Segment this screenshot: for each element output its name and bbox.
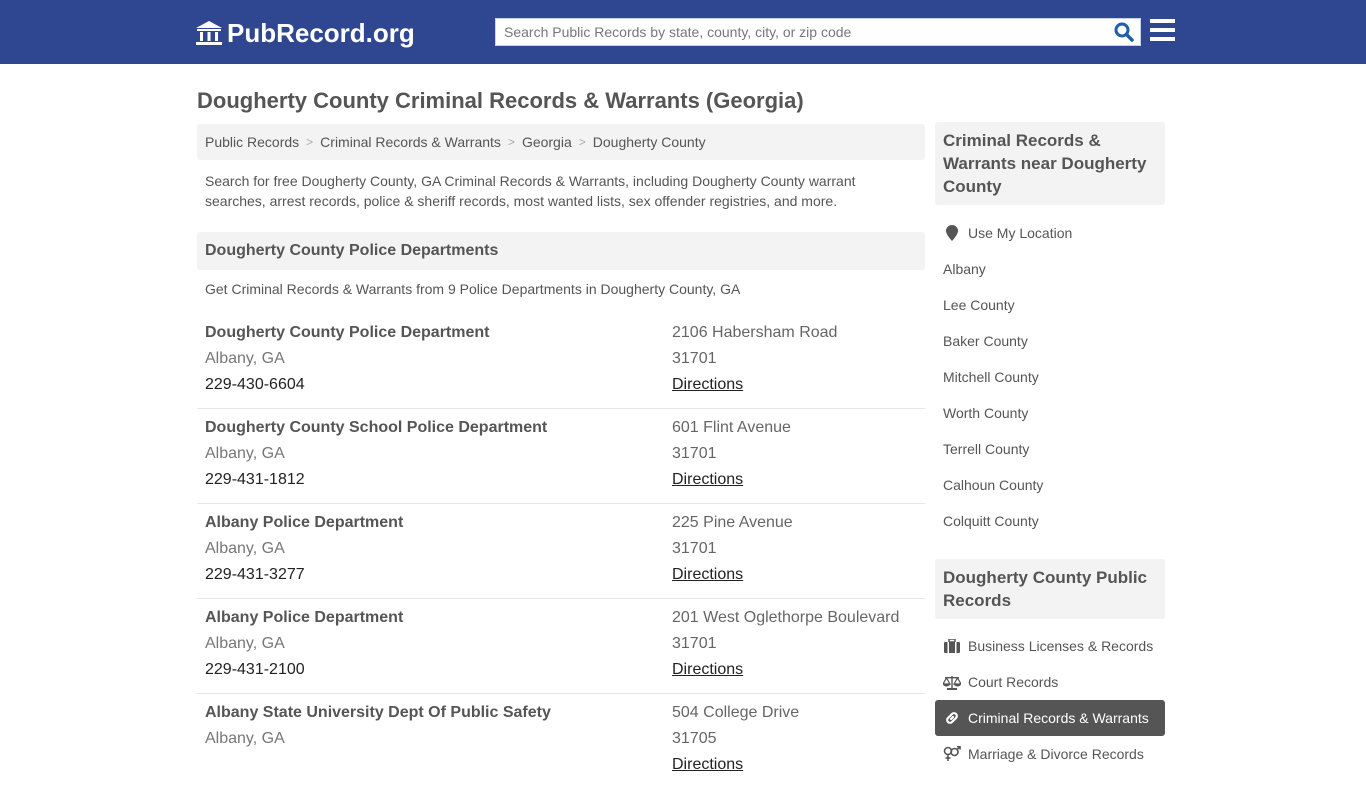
department-name: Albany Police Department — [205, 514, 404, 531]
search-box — [495, 18, 1141, 46]
nearby-item-terrell-county[interactable]: Terrell County — [935, 431, 1165, 467]
department-address: 225 Pine Avenue — [672, 514, 793, 531]
site-logo-link[interactable]: PubRecord.org — [195, 17, 415, 49]
department-address: 2106 Habersham Road — [672, 324, 838, 341]
department-city: Albany, GA — [205, 540, 285, 557]
nearby-item-baker-county[interactable]: Baker County — [935, 323, 1165, 359]
top-navigation-bar: PubRecord.org — [0, 0, 1366, 64]
department-zip: 31701 — [672, 635, 717, 652]
intro-text: Search for free Dougherty County, GA Cri… — [205, 173, 856, 209]
department-name: Albany Police Department — [205, 609, 404, 626]
department-name: Albany State University Dept Of Public S… — [205, 704, 551, 721]
breadcrumb-dougherty-county[interactable]: Dougherty County — [593, 134, 706, 150]
breadcrumb-georgia[interactable]: Georgia — [522, 134, 572, 150]
nearby-records-heading: Criminal Records & Warrants near Dougher… — [935, 122, 1165, 205]
sidebar-item-label: Business Licenses & Records — [968, 638, 1154, 654]
sidebar-item-label: Court Records — [968, 674, 1059, 690]
department-list: Dougherty County Police Department Alban… — [197, 314, 925, 789]
department-phone[interactable]: 229-430-6604 — [205, 372, 489, 398]
search-button[interactable] — [1112, 21, 1136, 43]
directions-link[interactable]: Directions — [672, 661, 743, 678]
department-item: Dougherty County Police Department Alban… — [197, 314, 925, 409]
sidebar-item-marriage-divorce[interactable]: Marriage & Divorce Records — [935, 736, 1165, 772]
department-item: Albany State University Dept Of Public S… — [197, 694, 925, 789]
briefcase-icon — [943, 638, 961, 654]
map-marker-icon — [943, 225, 961, 241]
logo-text: PubRecord.org — [227, 18, 415, 48]
gender-symbols-icon — [943, 746, 961, 762]
department-city: Albany, GA — [205, 635, 285, 652]
use-my-location-link[interactable]: Use My Location — [935, 215, 1165, 251]
bank-building-icon — [195, 20, 223, 46]
directions-link[interactable]: Directions — [672, 756, 743, 773]
search-input[interactable] — [496, 19, 1106, 45]
department-phone[interactable]: 229-431-2100 — [205, 657, 403, 683]
department-city: Albany, GA — [205, 445, 285, 462]
page-title: Dougherty County Criminal Records & Warr… — [197, 88, 804, 113]
nearby-item-worth-county[interactable]: Worth County — [935, 395, 1165, 431]
link-icon — [943, 710, 961, 726]
nearby-item-colquitt-county[interactable]: Colquitt County — [935, 503, 1165, 539]
department-address: 601 Flint Avenue — [672, 419, 791, 436]
hamburger-menu-icon[interactable] — [1150, 19, 1176, 43]
sidebar-item-label: Criminal Records & Warrants — [968, 710, 1149, 726]
breadcrumb-separator: > — [507, 135, 515, 149]
use-my-location-label: Use My Location — [968, 225, 1073, 241]
directions-link[interactable]: Directions — [672, 566, 743, 583]
breadcrumb-separator: > — [578, 135, 586, 149]
department-item: Albany Police Department Albany, GA 229-… — [197, 599, 925, 694]
department-phone[interactable]: 229-431-3277 — [205, 562, 403, 588]
department-zip: 31701 — [672, 350, 717, 367]
department-item: Albany Police Department Albany, GA 229-… — [197, 504, 925, 599]
sidebar-item-label: Marriage & Divorce Records — [968, 746, 1144, 762]
nearby-list: Use My Location Albany Lee County Baker … — [935, 215, 1165, 539]
department-name: Dougherty County School Police Departmen… — [205, 419, 548, 436]
breadcrumb-criminal-records[interactable]: Criminal Records & Warrants — [320, 134, 501, 150]
department-city: Albany, GA — [205, 730, 285, 747]
directions-link[interactable]: Directions — [672, 376, 743, 393]
nearby-item-mitchell-county[interactable]: Mitchell County — [935, 359, 1165, 395]
nearby-item-albany[interactable]: Albany — [935, 251, 1165, 287]
department-city: Albany, GA — [205, 350, 285, 367]
department-name: Dougherty County Police Department — [205, 324, 490, 341]
public-records-list: Business Licenses & Records Court Record… — [935, 628, 1165, 772]
public-records-heading: Dougherty County Public Records — [935, 559, 1165, 619]
search-icon — [1114, 22, 1134, 42]
police-departments-subtitle: Get Criminal Records & Warrants from 9 P… — [205, 281, 741, 297]
police-departments-heading: Dougherty County Police Departments — [197, 232, 925, 270]
nearby-item-calhoun-county[interactable]: Calhoun County — [935, 467, 1165, 503]
department-zip: 31701 — [672, 540, 717, 557]
breadcrumb: Public Records > Criminal Records & Warr… — [197, 124, 925, 160]
department-phone[interactable]: 229-431-1812 — [205, 467, 547, 493]
sidebar-item-business-licenses[interactable]: Business Licenses & Records — [935, 628, 1165, 664]
department-zip: 31701 — [672, 445, 717, 462]
scales-icon — [943, 674, 961, 690]
breadcrumb-public-records[interactable]: Public Records — [205, 134, 299, 150]
nearby-item-lee-county[interactable]: Lee County — [935, 287, 1165, 323]
breadcrumb-separator: > — [306, 135, 314, 149]
department-address: 504 College Drive — [672, 704, 800, 721]
department-zip: 31705 — [672, 730, 717, 747]
department-item: Dougherty County School Police Departmen… — [197, 409, 925, 504]
directions-link[interactable]: Directions — [672, 471, 743, 488]
department-address: 201 West Oglethorpe Boulevard — [672, 609, 900, 626]
sidebar-item-criminal-records[interactable]: Criminal Records & Warrants — [935, 700, 1165, 736]
sidebar-item-court-records[interactable]: Court Records — [935, 664, 1165, 700]
